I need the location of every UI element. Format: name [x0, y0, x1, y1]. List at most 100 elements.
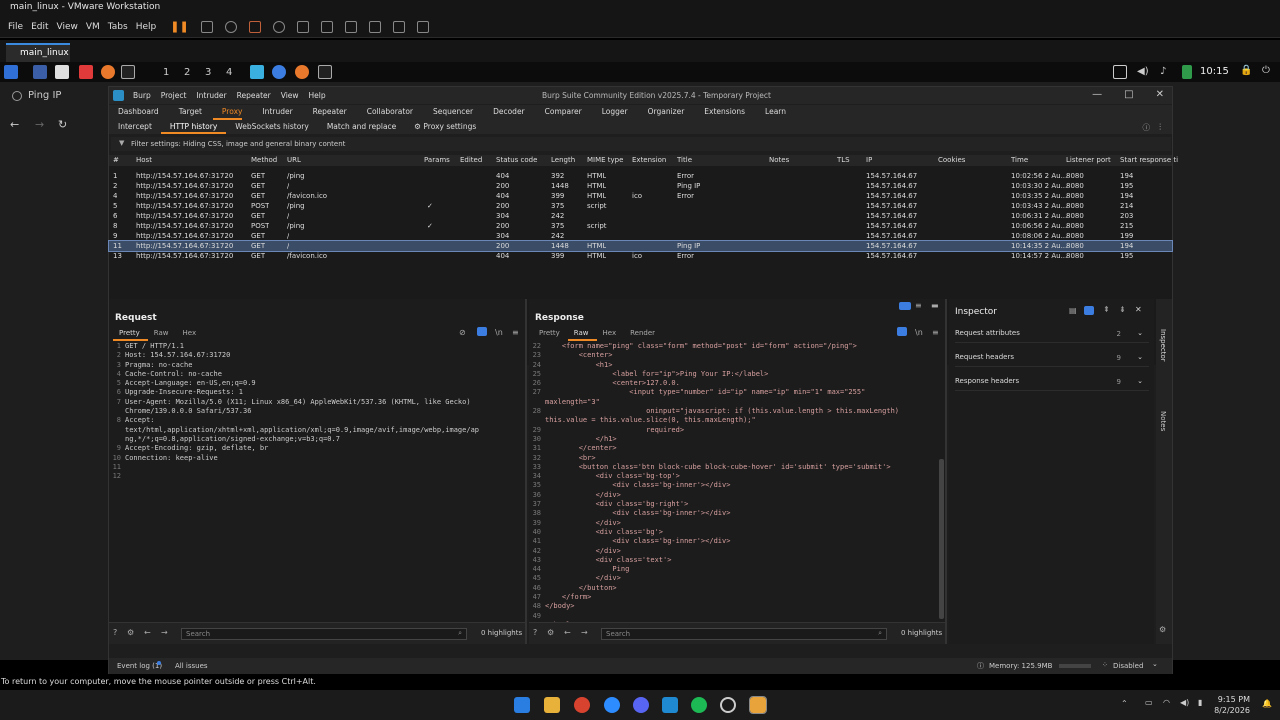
response-scrollbar[interactable]	[939, 459, 944, 619]
chrome-icon[interactable]	[574, 697, 590, 713]
menu-icon[interactable]: ≡	[512, 328, 519, 337]
table-row[interactable]: 8 http://154.57.164.67:31720 POST/ping ✓ 200…	[109, 221, 1172, 231]
inspector-layout-icon[interactable]	[1084, 306, 1094, 315]
firefox-icon[interactable]	[295, 65, 309, 79]
response-tab-raw[interactable]: Raw	[567, 329, 597, 341]
stretch-icon[interactable]	[416, 20, 429, 33]
column-header-cookies[interactable]: Cookies	[938, 156, 965, 164]
wrap-toggle-icon[interactable]	[477, 327, 487, 336]
tab-comparer[interactable]: Comparer	[536, 105, 582, 120]
volume-icon[interactable]: ◀)	[1137, 66, 1149, 77]
newline-icon[interactable]: \n	[495, 328, 503, 337]
table-row[interactable]: 4 http://154.57.164.67:31720 GET/favicon.i…	[109, 191, 1172, 201]
column-header-url[interactable]: URL	[287, 156, 301, 164]
proxy-settings-button[interactable]: ⚙ Proxy settings	[405, 120, 485, 134]
table-row[interactable]: 6 http://154.57.164.67:31720 GET / 304 242 154…	[109, 211, 1172, 221]
workspace-1[interactable]: 1	[163, 67, 169, 78]
burp-menu-repeater[interactable]: Repeater	[237, 91, 271, 100]
notification-icon[interactable]: ♪	[1160, 66, 1166, 77]
inspector-request-headers[interactable]: Request headers 9 ⌄	[955, 353, 1149, 367]
column-header-title[interactable]: Title	[677, 156, 692, 164]
chevron-down-icon[interactable]: ⌄	[1152, 660, 1158, 668]
column-header-start[interactable]: Start response ti	[1120, 156, 1178, 164]
collapse-all-icon[interactable]: ⇞	[1103, 305, 1110, 314]
response-search-input[interactable]: Search ⌕	[601, 628, 887, 640]
wifi-icon[interactable]: ◠	[1163, 698, 1170, 707]
inspector-request-attributes[interactable]: Request attributes 2 ⌄	[955, 329, 1149, 343]
volume-icon[interactable]: ◀)	[1180, 698, 1189, 707]
menu-vm[interactable]: VM	[86, 22, 100, 32]
column-header-notes[interactable]: Notes	[769, 156, 789, 164]
response-editor[interactable]: 22 <form name="ping" class="form" method…	[529, 342, 945, 630]
snapshot-icon[interactable]	[224, 20, 237, 33]
tab-target[interactable]: Target	[170, 105, 202, 120]
settings-icon[interactable]: ⚙	[547, 628, 554, 637]
column-header-edited[interactable]: Edited	[460, 156, 482, 164]
subtab-websockets-history[interactable]: WebSockets history	[226, 120, 318, 134]
tab-learn[interactable]: Learn	[756, 105, 786, 120]
layout-horizontal-icon[interactable]: ≡	[915, 301, 922, 310]
tab-extensions[interactable]: Extensions	[695, 105, 745, 120]
tab-dashboard[interactable]: Dashboard	[109, 105, 159, 120]
column-header-n[interactable]: #	[113, 156, 119, 164]
prev-icon[interactable]: ←	[564, 628, 571, 637]
power-icon[interactable]: ⏻	[1262, 65, 1270, 76]
burp-menu-burp[interactable]: Burp	[133, 91, 151, 100]
tab-proxy[interactable]: Proxy	[212, 105, 243, 120]
table-row[interactable]: 13 http://154.57.164.67:31720 GET/favicon.…	[109, 251, 1172, 261]
browser-tab-title[interactable]: Ping IP	[28, 90, 61, 101]
tab-sequencer[interactable]: Sequencer	[424, 105, 473, 120]
burp-icon[interactable]	[250, 65, 264, 79]
column-header-time[interactable]: Time	[1011, 156, 1028, 164]
column-header-ext[interactable]: Extension	[632, 156, 666, 164]
firefox-icon[interactable]	[101, 65, 115, 79]
subtab-intercept[interactable]: Intercept	[109, 120, 161, 134]
reload-icon[interactable]: ↻	[58, 118, 67, 131]
burp-menu-view[interactable]: View	[281, 91, 299, 100]
terminal-icon[interactable]	[121, 65, 135, 79]
sidebar-toggle-icon[interactable]	[296, 20, 309, 33]
burp-menu-project[interactable]: Project	[161, 91, 187, 100]
menu-view[interactable]: View	[57, 22, 78, 32]
tab-collaborator[interactable]: Collaborator	[358, 105, 413, 120]
close-icon[interactable]: ✕	[1156, 89, 1164, 100]
settings-icon[interactable]	[720, 697, 736, 713]
editor-icon[interactable]	[79, 65, 93, 79]
request-search-input[interactable]: Search ⌕	[181, 628, 467, 640]
request-tab-raw[interactable]: Raw	[148, 329, 177, 341]
inspector-response-headers[interactable]: Response headers 9 ⌄	[955, 377, 1149, 391]
kali-menu-icon[interactable]	[4, 65, 18, 79]
table-row[interactable]: 11 http://154.57.164.67:31720 GET / 200 1448 H…	[108, 240, 1173, 252]
menu-help[interactable]: Help	[136, 22, 157, 32]
menu-tabs[interactable]: Tabs	[108, 22, 128, 32]
tab-main-linux[interactable]: main_linux	[6, 43, 70, 62]
console-icon[interactable]	[392, 20, 405, 33]
workspace-4[interactable]: 4	[226, 67, 232, 78]
event-log-link[interactable]: Event log (1)	[117, 662, 162, 670]
close-icon[interactable]: ✕	[1135, 305, 1142, 314]
response-tab-pretty[interactable]: Pretty	[533, 329, 568, 341]
menu-edit[interactable]: Edit	[31, 22, 48, 32]
layout-single-icon[interactable]: ▬	[931, 301, 939, 310]
fullscreen-icon[interactable]	[344, 20, 357, 33]
maximize-icon[interactable]: □	[1124, 89, 1133, 100]
revert-icon[interactable]	[248, 20, 261, 33]
inspector-side-tab[interactable]: Inspector	[1159, 329, 1167, 362]
next-icon[interactable]: →	[161, 628, 168, 637]
all-issues-link[interactable]: All issues	[175, 662, 208, 670]
response-tab-hex[interactable]: Hex	[597, 329, 625, 341]
prev-icon[interactable]: ←	[144, 628, 151, 637]
tab-decoder[interactable]: Decoder	[484, 105, 525, 120]
wrap-toggle-icon[interactable]	[897, 327, 907, 336]
tab-logger[interactable]: Logger	[593, 105, 628, 120]
pause-icon[interactable]: ❚❚	[170, 20, 188, 33]
newline-icon[interactable]: \n	[915, 328, 923, 337]
chrome-icon[interactable]	[272, 65, 286, 79]
workspace-3[interactable]: 3	[205, 67, 211, 78]
snapshot-manager-icon[interactable]	[272, 20, 285, 33]
column-header-length[interactable]: Length	[551, 156, 575, 164]
tab-organizer[interactable]: Organizer	[639, 105, 685, 120]
subtab-match-replace[interactable]: Match and replace	[318, 120, 405, 134]
print-icon[interactable]	[200, 20, 213, 33]
request-editor[interactable]: 1 GET / HTTP/1.1 2 Host: 154.57.164.67:3172…	[109, 342, 525, 481]
